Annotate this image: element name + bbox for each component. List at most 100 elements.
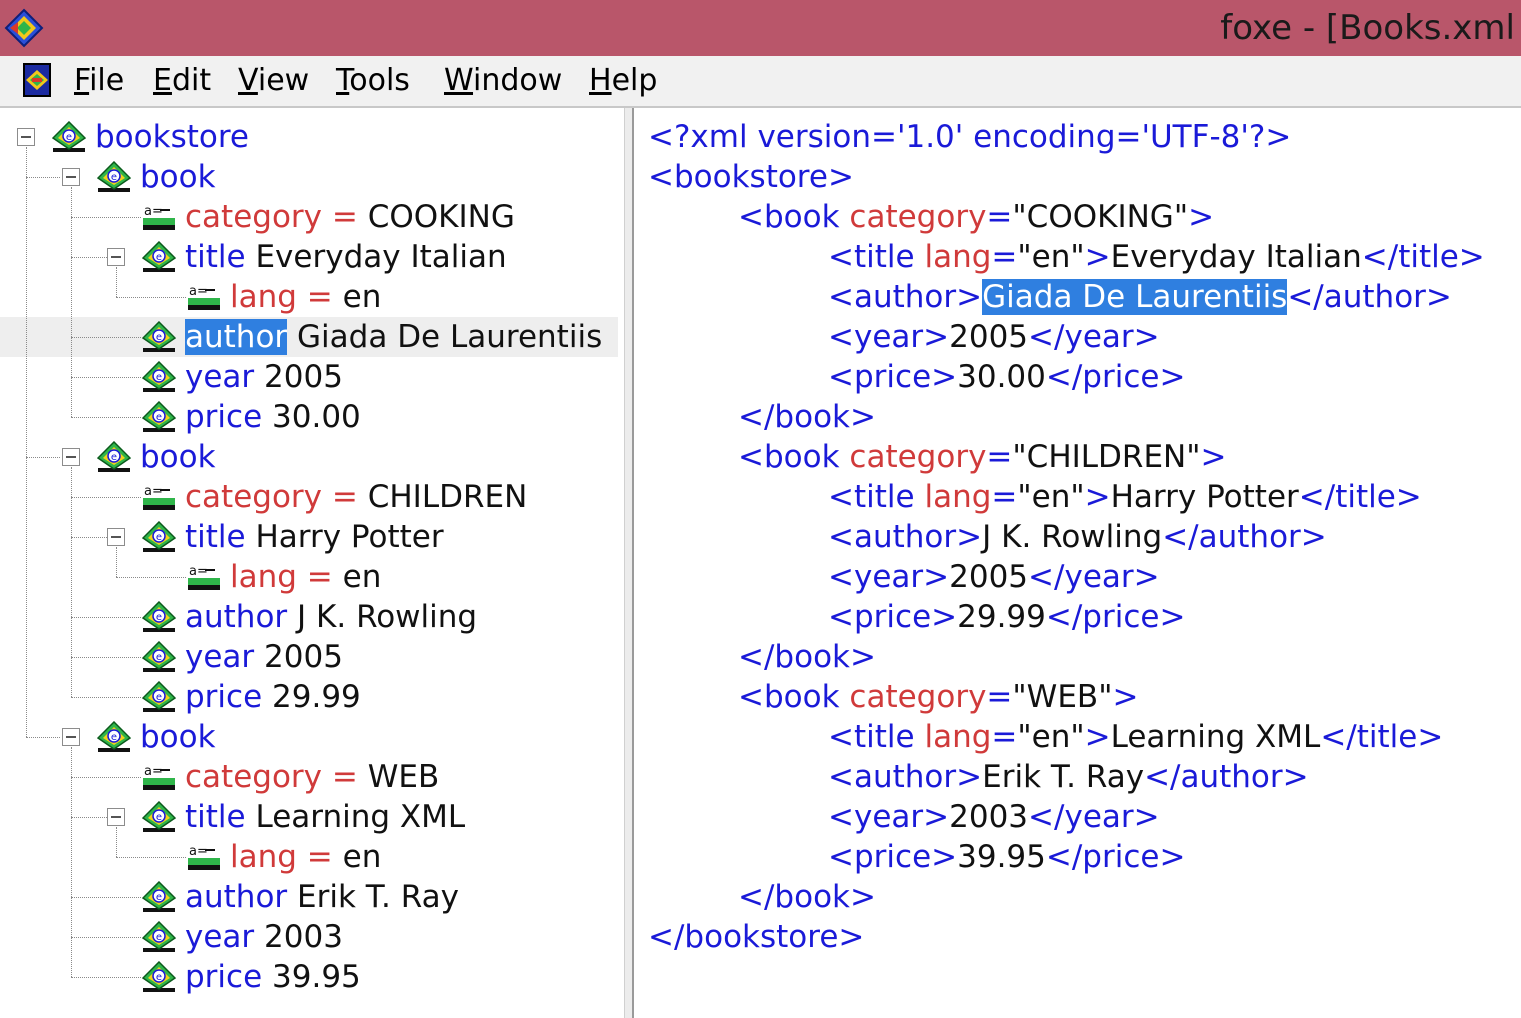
xml-token: > [1188,199,1215,235]
xml-tag-name: book [763,439,840,475]
xml-token: " [1070,719,1085,755]
xml-token: = [991,239,1018,275]
element-name: year [185,639,255,675]
collapse-toggle-icon[interactable] [17,128,35,146]
element-name: title [185,239,246,275]
xml-token: > [1133,799,1160,835]
xml-price-line[interactable]: <price>30.00</price> [828,357,1185,397]
xml-text: 29.99 [957,599,1046,635]
tree-node-lang-attr[interactable]: a= lang = en [0,277,618,317]
xml-tag-name: author [1198,519,1301,555]
tree-node-book[interactable]: e book [0,157,618,197]
foxe-logo-icon[interactable] [4,8,44,48]
xml-token [915,239,925,275]
xml-book-close[interactable]: </book> [738,877,876,917]
equals-sign: = [306,279,333,315]
xml-title-line[interactable]: <title lang="en">Harry Potter</title> [828,477,1422,517]
xml-attr-name: category [849,679,987,715]
svg-text:e: e [156,412,162,423]
document-icon[interactable] [20,62,56,98]
menu-view[interactable]: View [238,60,309,102]
tree-node-label: price 39.95 [185,957,361,997]
xml-token: < [828,599,854,635]
svg-text:e: e [156,332,162,343]
xml-book-open[interactable]: <book category="COOKING"> [738,197,1214,237]
xml-title-line[interactable]: <title lang="en">Learning XML</title> [828,717,1443,757]
xml-token: > [1395,479,1422,515]
collapse-toggle-icon[interactable] [62,168,80,186]
element-value: 29.99 [272,679,361,715]
tree-node-label: book [140,437,216,477]
xml-token: > [931,599,958,635]
xml-tag-name: year [853,799,924,835]
attribute-value: WEB [367,759,440,795]
xml-token: > [923,799,950,835]
menu-tools[interactable]: Tools [336,60,410,102]
xml-root-close[interactable]: </bookstore> [648,917,864,957]
tree-node-label: price 30.00 [185,397,361,437]
xml-attr-value: en [1031,479,1071,515]
xml-token: " [1070,479,1085,515]
xml-token: < [828,359,854,395]
xml-year-line[interactable]: <year>2005</year> [828,557,1160,597]
xml-author-line[interactable]: <author>Giada De Laurentiis</author> [828,277,1452,317]
collapse-toggle-icon[interactable] [107,248,125,266]
xml-author-line[interactable]: <author>J K. Rowling</author> [828,517,1327,557]
xml-book-close[interactable]: </book> [738,637,876,677]
tree-node-bookstore[interactable]: e bookstore [0,117,618,157]
xml-author-line[interactable]: <author>Erik T. Ray</author> [828,757,1309,797]
xml-token: > [1282,759,1309,795]
attribute-node-icon: a= [143,204,175,230]
tree-node-label: lang = en [230,277,381,317]
collapse-toggle-icon[interactable] [62,728,80,746]
xml-year-line[interactable]: <year>2003</year> [828,797,1160,837]
element-value: 2005 [264,359,343,395]
pane-splitter[interactable] [624,108,634,1018]
element-node-icon: e [142,681,176,712]
xml-token: </ [1298,479,1336,515]
xml-tag-name: title [853,719,915,755]
attribute-node-icon: a= [143,764,175,790]
xml-text: Learning XML [1110,719,1321,755]
xml-book-close[interactable]: </book> [738,397,876,437]
xml-price-line[interactable]: <price>39.95</price> [828,837,1185,877]
tree-connector-line [71,777,141,778]
xml-text: 2005 [949,319,1029,355]
xml-tag-name: year [853,559,924,595]
tree-connector-line [71,377,141,378]
menu-file[interactable]: File [74,60,124,102]
element-name: title [185,799,246,835]
xml-token: </ [1361,239,1399,275]
element-node-icon: e [142,641,176,672]
tree-connector-line [26,147,27,737]
xml-price-line[interactable]: <price>29.99</price> [828,597,1185,637]
menu-edit[interactable]: Edit [153,60,211,102]
tree-node-label: title Learning XML [185,797,465,837]
xml-token: < [828,519,854,555]
tree-view[interactable]: e bookstore e book a= category = COOKING e titl… [0,108,624,1018]
equals-sign: = [331,479,358,515]
svg-text:e: e [156,532,162,543]
tree-node-book[interactable]: e book [0,437,618,477]
tree-node-lang-attr[interactable]: a= lang = en [0,557,618,597]
collapse-toggle-icon[interactable] [107,808,125,826]
xml-tag-name: price [853,599,932,635]
collapse-toggle-icon[interactable] [62,448,80,466]
tree-node-lang-attr[interactable]: a= lang = en [0,837,618,877]
xml-title-line[interactable]: <title lang="en">Everyday Italian</title… [828,237,1485,277]
tree-connector-line [71,747,72,977]
xml-token: = [991,719,1018,755]
tree-node-book[interactable]: e book [0,717,618,757]
xml-book-open[interactable]: <book category="CHILDREN"> [738,437,1226,477]
xml-token: </ [738,399,775,435]
xml-token [915,719,925,755]
xml-year-line[interactable]: <year>2005</year> [828,317,1160,357]
menu-window[interactable]: Window [444,60,562,102]
menu-help[interactable]: Help [589,60,657,102]
xml-source-view[interactable]: <?xml version='1.0' encoding='UTF-8'?> <b… [634,108,1521,1018]
xml-root-open[interactable]: <bookstore> [648,157,854,197]
collapse-toggle-icon[interactable] [107,528,125,546]
xml-book-open[interactable]: <book category="WEB"> [738,677,1138,717]
xml-declaration[interactable]: <?xml version='1.0' encoding='UTF-8'?> [648,117,1291,157]
xml-token: < [828,319,854,355]
